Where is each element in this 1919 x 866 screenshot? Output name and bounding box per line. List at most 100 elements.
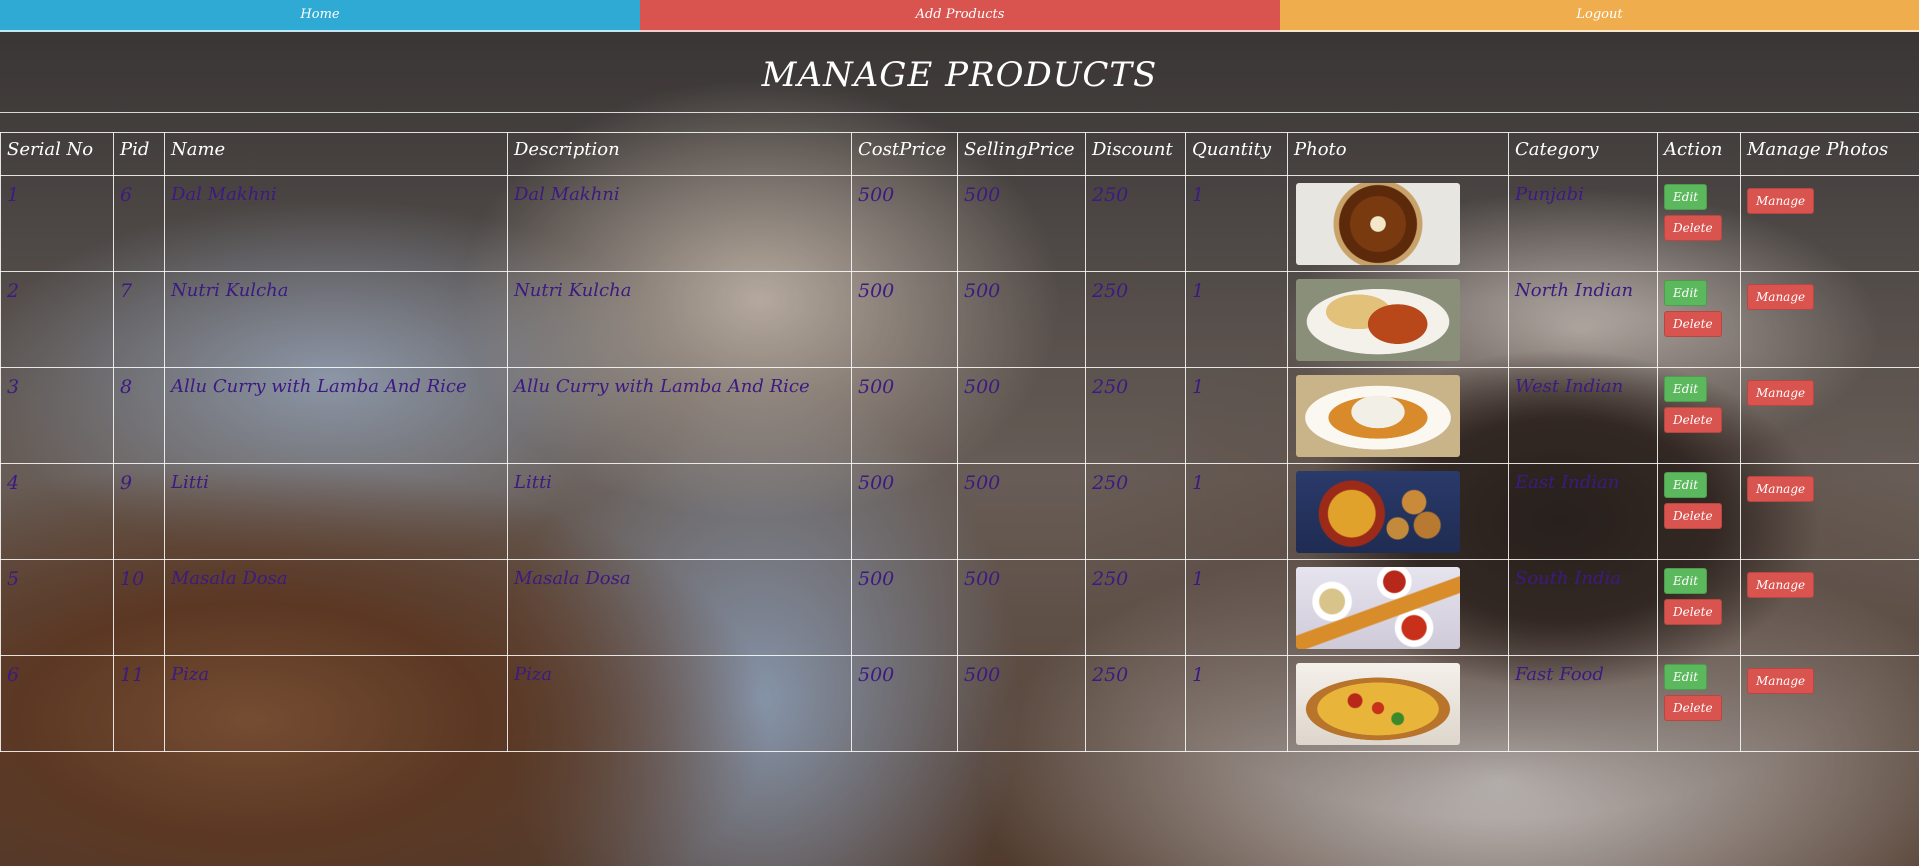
manage-photos-cell: Manage bbox=[1740, 463, 1919, 560]
column-header: CostPrice bbox=[851, 132, 958, 176]
selling-price-cell: 500 bbox=[957, 271, 1086, 368]
column-header: Serial No bbox=[0, 132, 114, 176]
discount-cell: 250 bbox=[1085, 559, 1186, 656]
manage-button[interactable]: Manage bbox=[1747, 284, 1815, 310]
cost-price-cell: 500 bbox=[851, 367, 958, 464]
photo-cell bbox=[1287, 271, 1509, 368]
nav-add-products-link[interactable]: Add Products bbox=[640, 0, 1280, 32]
description-cell: Allu Curry with Lamba And Rice bbox=[507, 367, 852, 464]
table-row: 5 10 Masala Dosa Masala Dosa 500 500 250 1 South… bbox=[0, 559, 1919, 656]
column-header: Quantity bbox=[1185, 132, 1288, 176]
serial-cell: 4 bbox=[0, 463, 114, 560]
nav-logout-link[interactable]: Logout bbox=[1280, 0, 1919, 32]
action-cell: Edit Delete bbox=[1657, 367, 1741, 464]
edit-button[interactable]: Edit bbox=[1664, 568, 1708, 594]
serial-cell: 3 bbox=[0, 367, 114, 464]
table-row: 4 9 Litti Litti 500 500 250 1 East Indian Edit Del… bbox=[0, 463, 1919, 560]
action-cell: Edit Delete bbox=[1657, 655, 1741, 752]
edit-button[interactable]: Edit bbox=[1664, 184, 1708, 210]
table-body: 1 6 Dal Makhni Dal Makhni 500 500 250 1 Punjabi E… bbox=[0, 175, 1919, 752]
name-cell: Nutri Kulcha bbox=[164, 271, 508, 368]
action-cell: Edit Delete bbox=[1657, 463, 1741, 560]
serial-cell: 6 bbox=[0, 655, 114, 752]
manage-photos-cell: Manage bbox=[1740, 655, 1919, 752]
discount-cell: 250 bbox=[1085, 175, 1186, 272]
edit-button[interactable]: Edit bbox=[1664, 280, 1708, 306]
column-header: Photo bbox=[1287, 132, 1509, 176]
edit-button[interactable]: Edit bbox=[1664, 472, 1708, 498]
category-cell: East Indian bbox=[1508, 463, 1658, 560]
name-cell: Allu Curry with Lamba And Rice bbox=[164, 367, 508, 464]
column-header: Name bbox=[164, 132, 508, 176]
name-cell: Dal Makhni bbox=[164, 175, 508, 272]
name-cell: Piza bbox=[164, 655, 508, 752]
nutri-kulcha-photo bbox=[1296, 279, 1460, 361]
allu-curry-photo bbox=[1296, 375, 1460, 457]
photo-cell bbox=[1287, 463, 1509, 560]
manage-button[interactable]: Manage bbox=[1747, 572, 1815, 598]
action-cell: Edit Delete bbox=[1657, 271, 1741, 368]
manage-button[interactable]: Manage bbox=[1747, 476, 1815, 502]
top-nav: Home Add Products Logout bbox=[0, 0, 1919, 32]
pid-cell: 10 bbox=[113, 559, 165, 656]
photo-cell bbox=[1287, 367, 1509, 464]
manage-photos-cell: Manage bbox=[1740, 559, 1919, 656]
column-header: Description bbox=[507, 132, 852, 176]
edit-button[interactable]: Edit bbox=[1664, 664, 1708, 690]
column-header: Action bbox=[1657, 132, 1741, 176]
name-cell: Masala Dosa bbox=[164, 559, 508, 656]
delete-button[interactable]: Delete bbox=[1664, 695, 1722, 721]
nav-home-link[interactable]: Home bbox=[0, 0, 640, 32]
column-header: SellingPrice bbox=[957, 132, 1086, 176]
table-row: 6 11 Piza Piza 500 500 250 1 Fast Food Edit Delete… bbox=[0, 655, 1919, 752]
delete-button[interactable]: Delete bbox=[1664, 215, 1722, 241]
description-cell: Piza bbox=[507, 655, 852, 752]
discount-cell: 250 bbox=[1085, 655, 1186, 752]
pid-cell: 6 bbox=[113, 175, 165, 272]
masala-dosa-photo bbox=[1296, 567, 1460, 649]
manage-button[interactable]: Manage bbox=[1747, 188, 1815, 214]
description-cell: Dal Makhni bbox=[507, 175, 852, 272]
description-cell: Nutri Kulcha bbox=[507, 271, 852, 368]
category-cell: Punjabi bbox=[1508, 175, 1658, 272]
photo-cell bbox=[1287, 655, 1509, 752]
photo-cell bbox=[1287, 175, 1509, 272]
pid-cell: 9 bbox=[113, 463, 165, 560]
delete-button[interactable]: Delete bbox=[1664, 503, 1722, 529]
serial-cell: 5 bbox=[0, 559, 114, 656]
quantity-cell: 1 bbox=[1185, 463, 1288, 560]
quantity-cell: 1 bbox=[1185, 367, 1288, 464]
manage-button[interactable]: Manage bbox=[1747, 380, 1815, 406]
selling-price-cell: 500 bbox=[957, 367, 1086, 464]
description-cell: Litti bbox=[507, 463, 852, 560]
delete-button[interactable]: Delete bbox=[1664, 599, 1722, 625]
pizza-photo bbox=[1296, 663, 1460, 745]
manage-button[interactable]: Manage bbox=[1747, 668, 1815, 694]
table-row: 1 6 Dal Makhni Dal Makhni 500 500 250 1 Punjabi E… bbox=[0, 175, 1919, 272]
category-cell: Fast Food bbox=[1508, 655, 1658, 752]
page-title: MANAGE PRODUCTS bbox=[761, 55, 1158, 95]
category-cell: West Indian bbox=[1508, 367, 1658, 464]
serial-cell: 1 bbox=[0, 175, 114, 272]
name-cell: Litti bbox=[164, 463, 508, 560]
action-cell: Edit Delete bbox=[1657, 559, 1741, 656]
discount-cell: 250 bbox=[1085, 271, 1186, 368]
discount-cell: 250 bbox=[1085, 463, 1186, 560]
cost-price-cell: 500 bbox=[851, 271, 958, 368]
delete-button[interactable]: Delete bbox=[1664, 311, 1722, 337]
selling-price-cell: 500 bbox=[957, 463, 1086, 560]
column-header: Category bbox=[1508, 132, 1658, 176]
cost-price-cell: 500 bbox=[851, 463, 958, 560]
dal-makhni-photo bbox=[1296, 183, 1460, 265]
edit-button[interactable]: Edit bbox=[1664, 376, 1708, 402]
products-table: Serial No Pid Name Description CostPrice Sell… bbox=[0, 132, 1919, 752]
selling-price-cell: 500 bbox=[957, 559, 1086, 656]
cost-price-cell: 500 bbox=[851, 175, 958, 272]
delete-button[interactable]: Delete bbox=[1664, 407, 1722, 433]
selling-price-cell: 500 bbox=[957, 175, 1086, 272]
column-header: Pid bbox=[113, 132, 165, 176]
category-cell: North Indian bbox=[1508, 271, 1658, 368]
category-cell: South India bbox=[1508, 559, 1658, 656]
quantity-cell: 1 bbox=[1185, 559, 1288, 656]
quantity-cell: 1 bbox=[1185, 655, 1288, 752]
